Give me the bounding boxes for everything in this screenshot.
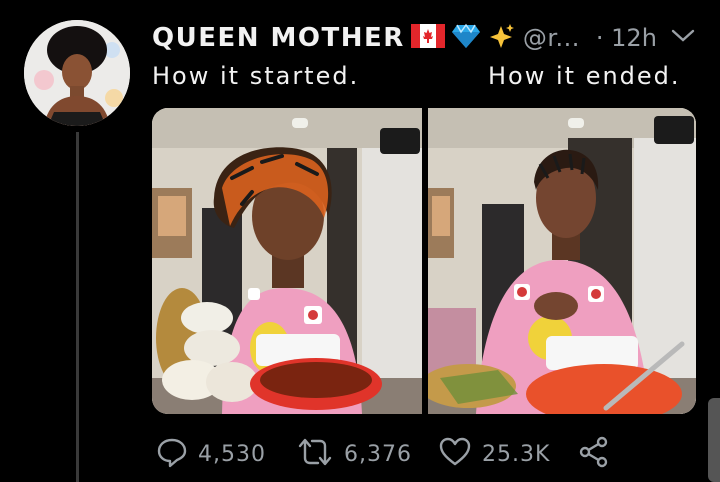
reply-action[interactable]: 4,530 [156, 436, 266, 472]
canada-flag-emoji [410, 24, 445, 52]
photo-how-it-started[interactable] [152, 108, 422, 414]
reply-icon[interactable] [156, 436, 188, 472]
chevron-down-icon[interactable] [670, 27, 696, 49]
retweet-action[interactable]: 6,376 [296, 436, 412, 472]
gem-emoji [451, 23, 481, 53]
retweet-icon[interactable] [296, 436, 334, 472]
share-icon[interactable] [578, 436, 610, 472]
retweet-count: 6,376 [344, 441, 412, 467]
tweet-time[interactable]: · 12h [596, 24, 657, 52]
like-action[interactable]: 25.3K [438, 436, 550, 472]
tweet-text: How it started. How it ended. [152, 62, 692, 98]
tweet-header: QUEEN MOTHER @r... · 12h [152, 20, 696, 56]
reply-count: 4,530 [198, 441, 266, 467]
like-count: 25.3K [482, 441, 551, 467]
photo-how-it-ended[interactable] [428, 108, 696, 414]
time-value: 12h [611, 24, 657, 52]
like-icon[interactable] [438, 436, 472, 472]
sparkles-emoji [487, 23, 515, 53]
tweet-text-started: How it started. [152, 62, 360, 90]
time-separator: · [595, 24, 604, 52]
share-action[interactable] [578, 436, 610, 472]
thread-line [76, 132, 79, 482]
tweet-actions: 4,530 6,376 25.3K [152, 436, 692, 472]
scrollbar-thumb[interactable] [708, 398, 720, 482]
tweet-text-ended: How it ended. [488, 62, 681, 90]
author-avatar[interactable] [24, 20, 130, 126]
author-name[interactable]: QUEEN MOTHER [152, 23, 405, 53]
avatar-portrait [24, 20, 130, 126]
author-handle[interactable]: @r... [523, 24, 580, 52]
